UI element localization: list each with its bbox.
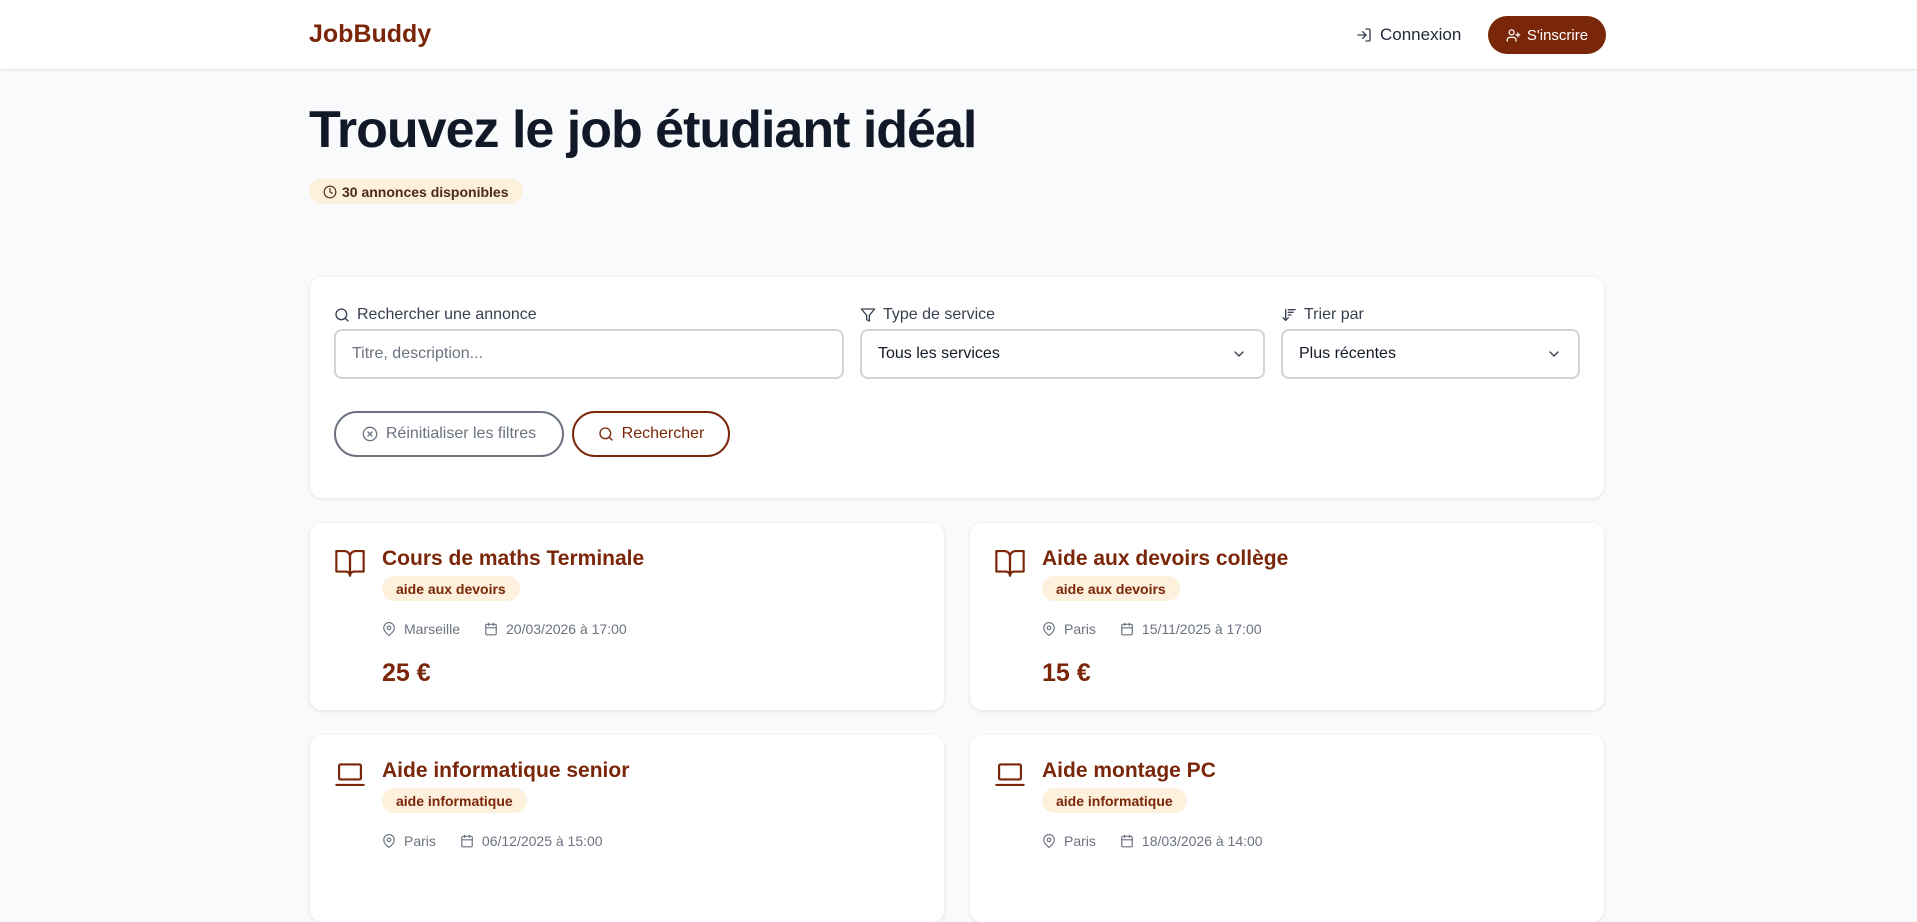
laptop-icon [993,759,1027,789]
calendar-icon [1120,834,1134,848]
chevron-down-icon [1231,346,1247,362]
search-label-text: Rechercher une annonce [357,306,537,323]
brand-logo[interactable]: JobBuddy [309,20,431,49]
job-category-badge: aide informatique [1042,788,1187,813]
listing-count-badge: 30 annonces disponibles [309,179,523,204]
search-label: Rechercher une annonce [334,304,537,326]
signup-button[interactable]: S'inscrire [1488,16,1606,54]
clock-icon [323,185,337,199]
chevron-down-icon [1546,346,1562,362]
job-city: Paris [1064,833,1096,849]
job-city: Paris [1064,621,1096,637]
search-button[interactable]: Rechercher [572,411,730,457]
filter-panel: Rechercher une annonce Titre, descriptio… [310,277,1604,498]
job-category-badge: aide informatique [382,788,527,813]
search-button-label: Rechercher [621,425,705,442]
job-card[interactable]: Aide montage PC aide informatique Paris … [970,735,1604,922]
job-date: 20/03/2026 à 17:00 [506,621,627,637]
search-placeholder: Titre, description... [352,345,484,362]
service-type-label: Type de service [860,304,995,326]
job-card[interactable]: Aide informatique senior aide informatiq… [310,735,944,922]
laptop-icon [333,759,367,789]
job-meta: Paris 06/12/2025 à 15:00 [382,831,603,851]
calendar-icon [460,834,474,848]
job-city: Paris [404,833,436,849]
search-input[interactable]: Titre, description... [334,329,844,379]
book-icon [993,547,1027,577]
map-pin-icon [1042,834,1056,848]
user-plus-icon [1506,28,1521,43]
job-title[interactable]: Aide aux devoirs collège [1042,547,1288,571]
login-link[interactable]: Connexion [1356,22,1461,48]
calendar-icon [1120,622,1134,636]
service-type-select[interactable]: Tous les services [860,329,1265,379]
map-pin-icon [382,834,396,848]
search-icon [598,426,614,442]
job-meta: Paris 18/03/2026 à 14:00 [1042,831,1263,851]
reset-filters-button[interactable]: Réinitialiser les filtres [334,411,564,457]
job-meta: Marseille 20/03/2026 à 17:00 [382,619,627,639]
job-date: 15/11/2025 à 17:00 [1141,621,1262,637]
job-category-badge: aide aux devoirs [382,576,520,601]
job-price: 15 € [1042,659,1091,687]
sort-select[interactable]: Plus récentes [1281,329,1580,379]
job-card[interactable]: Cours de maths Terminale aide aux devoir… [310,523,944,710]
x-circle-icon [362,426,378,442]
calendar-icon [484,622,498,636]
job-price: 25 € [382,659,431,687]
job-date: 06/12/2025 à 15:00 [481,833,603,849]
job-date: 18/03/2026 à 14:00 [1141,833,1263,849]
map-pin-icon [382,622,396,636]
listing-count-text: 30 annonces disponibles [342,183,509,200]
job-title[interactable]: Aide montage PC [1042,759,1216,783]
job-category-badge: aide aux devoirs [1042,576,1180,601]
reset-filters-label: Réinitialiser les filtres [385,425,537,442]
sort-label: Trier par [1281,304,1364,326]
search-icon [334,307,350,323]
service-type-label-text: Type de service [883,306,996,323]
login-label: Connexion [1380,25,1462,44]
filter-icon [860,307,876,323]
sort-value: Plus récentes [1299,345,1396,362]
job-title[interactable]: Cours de maths Terminale [382,547,644,571]
sort-label-text: Trier par [1304,306,1364,323]
signup-label: S'inscrire [1526,26,1589,44]
sort-icon [1281,307,1297,323]
job-title[interactable]: Aide informatique senior [382,759,629,783]
page-title: Trouvez le job étudiant idéal [309,101,977,159]
login-icon [1356,27,1372,43]
job-card[interactable]: Aide aux devoirs collège aide aux devoir… [970,523,1604,710]
book-icon [333,547,367,577]
job-meta: Paris 15/11/2025 à 17:00 [1042,619,1262,639]
service-type-value: Tous les services [878,345,1000,362]
map-pin-icon [1042,622,1056,636]
navbar: JobBuddy Connexion S'inscrire [0,0,1917,70]
job-city: Marseille [404,621,461,637]
